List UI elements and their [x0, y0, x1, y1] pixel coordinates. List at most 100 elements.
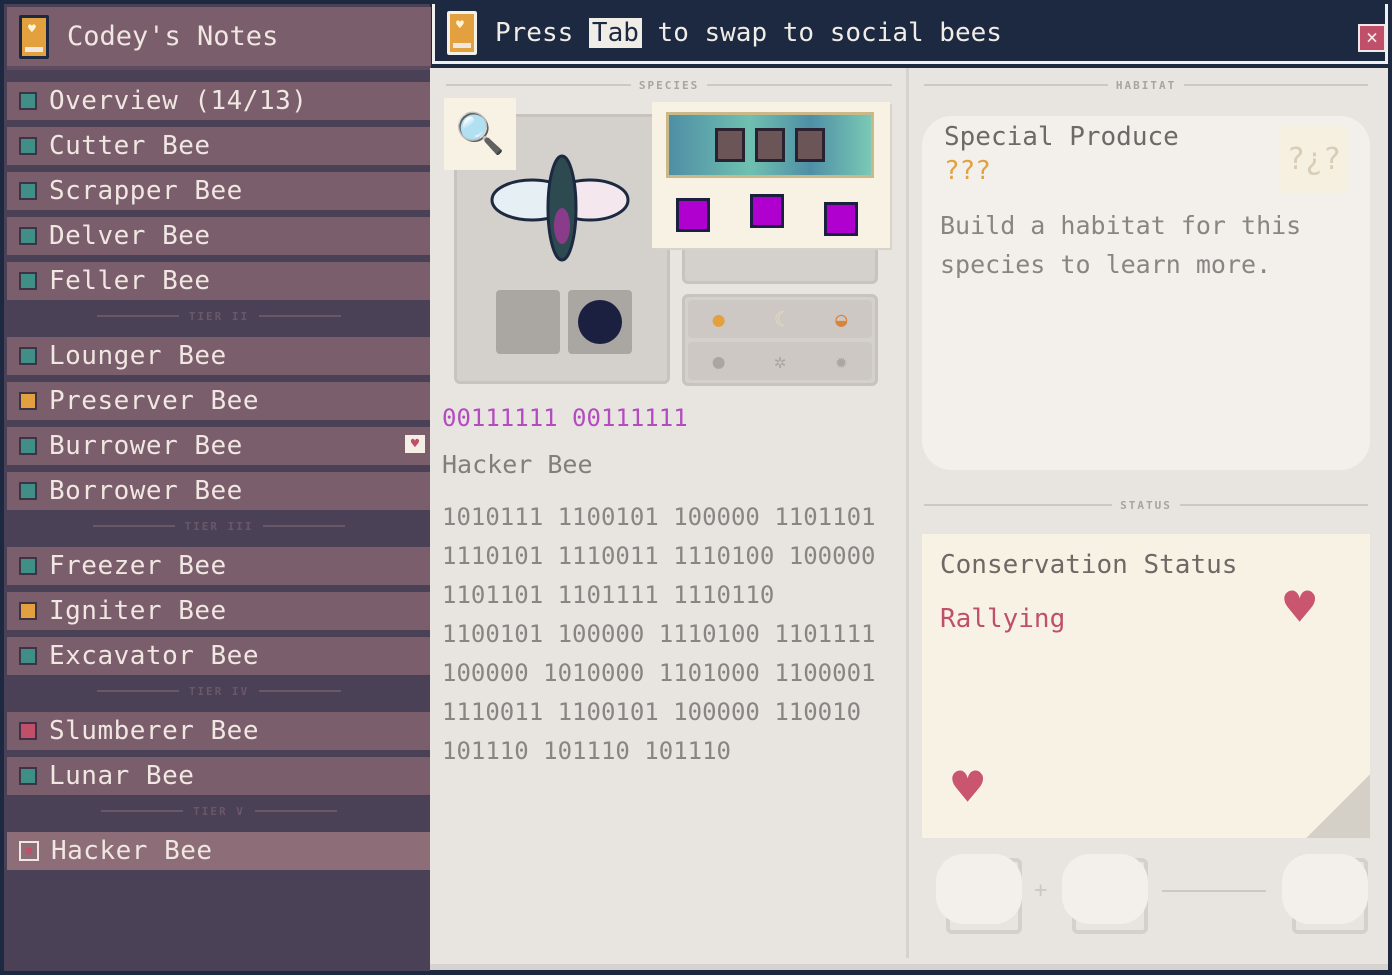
close-button[interactable]: ×	[1358, 24, 1386, 52]
status-square-icon	[19, 482, 37, 500]
status-square-icon	[19, 647, 37, 665]
heart-icon: ♥	[1284, 578, 1316, 638]
sidebar-item-label: Borrower Bee	[49, 476, 243, 506]
sidebar-item[interactable]: Igniter Bee	[7, 592, 431, 630]
status-square-icon	[19, 92, 37, 110]
sidebar-item[interactable]: Preserver Bee	[7, 382, 431, 420]
time-traits: ● ☾ ◒	[688, 300, 872, 338]
species-section-header: SPECIES	[446, 78, 893, 92]
sidebar-item[interactable]: Hacker Bee	[7, 832, 431, 870]
sidebar-item[interactable]: Cutter Bee	[7, 127, 431, 165]
divider	[906, 68, 909, 958]
hive-icon	[715, 128, 745, 162]
sidebar-item-label: Lounger Bee	[49, 341, 227, 371]
weather-traits: ● ✲ ✹	[688, 342, 872, 380]
status-square-icon	[19, 182, 37, 200]
habitat-section-header: HABITAT	[924, 78, 1369, 92]
sidebar-item-label: Feller Bee	[49, 266, 211, 296]
material-icon	[750, 194, 784, 228]
sidebar-item[interactable]: Overview (14/13)	[7, 82, 431, 120]
sidebar: Codey's Notes Overview (14/13) Cutter Bee…	[0, 0, 431, 975]
species-list: Overview (14/13) Cutter Bee Scrapper Bee De…	[7, 82, 431, 877]
special-produce-value: ???	[944, 156, 991, 186]
sidebar-item-label: Excavator Bee	[49, 641, 259, 671]
status-square-icon	[19, 392, 37, 410]
sidebar-item-label: Overview (14/13)	[49, 86, 308, 116]
book-icon	[19, 14, 49, 59]
selected-icon	[19, 841, 39, 861]
tier-divider: TIER V	[7, 795, 431, 825]
status-square-icon	[19, 557, 37, 575]
plus-icon: +	[1034, 878, 1048, 903]
status-square-icon	[19, 722, 37, 740]
top-bar: Press Tab to swap to social bees	[432, 4, 1388, 64]
bee-silhouette-slot[interactable]	[568, 290, 632, 354]
special-produce-label: Special Produce	[944, 122, 1179, 152]
book-icon	[445, 8, 479, 57]
sidebar-item-label: Cutter Bee	[49, 131, 211, 161]
moon-icon: ☾	[773, 307, 787, 331]
status-square-icon	[19, 272, 37, 290]
parent-slot	[1062, 854, 1148, 934]
heart-icon: ♥	[952, 758, 984, 818]
hacker-bee-sprite	[490, 154, 630, 262]
arrow-icon	[1162, 890, 1266, 892]
sidebar-item[interactable]: Lounger Bee	[7, 337, 431, 375]
result-slot	[1282, 854, 1368, 934]
silhouette-icon	[578, 300, 622, 344]
heart-badge-icon: ♥	[405, 435, 425, 453]
swap-hint: Press Tab to swap to social bees	[495, 17, 1002, 48]
hive-icon	[795, 128, 825, 162]
tier-divider: TIER IV	[7, 675, 431, 705]
parent-slot	[936, 854, 1022, 934]
biome-image	[666, 112, 874, 178]
sidebar-item-label: Delver Bee	[49, 221, 211, 251]
species-description: 1010111 1100101 100000 1101101 1110101 1…	[442, 503, 876, 765]
question-marks-icon: ?¿?	[1280, 126, 1348, 194]
status-square-icon	[19, 347, 37, 365]
sunset-icon: ◒	[835, 307, 848, 331]
tier-label: TIER II	[188, 309, 250, 323]
snowflake-icon: ✲	[773, 349, 787, 373]
status-card: Conservation Status Rallying ♥ ♥	[922, 534, 1370, 838]
sidebar-item-label: Igniter Bee	[49, 596, 227, 626]
sidebar-item[interactable]: Excavator Bee	[7, 637, 431, 675]
conservation-status-label: Conservation Status	[940, 550, 1238, 580]
sidebar-item-label: Slumberer Bee	[49, 716, 259, 746]
sidebar-item-label: Freezer Bee	[49, 551, 227, 581]
sidebar-item-label: Lunar Bee	[49, 761, 195, 791]
sidebar-item[interactable]: Slumberer Bee	[7, 712, 431, 750]
notes-header: Codey's Notes	[7, 7, 431, 70]
sidebar-item[interactable]: Delver Bee	[7, 217, 431, 255]
status-square-icon	[19, 437, 37, 455]
hive-icon	[755, 128, 785, 162]
status-square-icon	[19, 602, 37, 620]
habitat-hint: Build a habitat for this species to lear…	[940, 211, 1302, 279]
sidebar-item-label: Hacker Bee	[51, 836, 213, 866]
sidebar-item-label: Preserver Bee	[49, 386, 259, 416]
sidebar-item-label: Burrower Bee	[49, 431, 243, 461]
sunburst-icon: ✹	[835, 349, 848, 373]
notes-title: Codey's Notes	[67, 21, 279, 52]
tier-label: TIER III	[184, 519, 254, 533]
conservation-status-value: Rallying	[940, 604, 1066, 634]
binary-name: 00111111 00111111	[430, 392, 770, 442]
sidebar-item[interactable]: Borrower Bee	[7, 472, 431, 510]
sidebar-item[interactable]: Lunar Bee	[7, 757, 431, 795]
sun-icon: ●	[712, 307, 725, 331]
sidebar-item[interactable]: Scrapper Bee	[7, 172, 431, 210]
tab-key: Tab	[588, 17, 642, 48]
species-page: SPECIES HABITAT 🔍 ● ☾ ◒ ● ✲ ✹ 00111111 00111…	[430, 68, 1388, 970]
bee-variant-slot[interactable]	[496, 290, 560, 354]
status-section-header: STATUS	[924, 498, 1368, 512]
status-square-icon	[19, 767, 37, 785]
drop-icon: ●	[712, 349, 725, 373]
species-name: Hacker Bee	[442, 450, 593, 479]
sidebar-item[interactable]: Burrower Bee ♥	[7, 427, 431, 465]
sidebar-item-label: Scrapper Bee	[49, 176, 243, 206]
tier-divider: TIER III	[7, 510, 431, 540]
tier-label: TIER V	[193, 804, 245, 818]
sidebar-item[interactable]: Feller Bee	[7, 262, 431, 300]
tier-label: TIER IV	[188, 684, 250, 698]
sidebar-item[interactable]: Freezer Bee	[7, 547, 431, 585]
